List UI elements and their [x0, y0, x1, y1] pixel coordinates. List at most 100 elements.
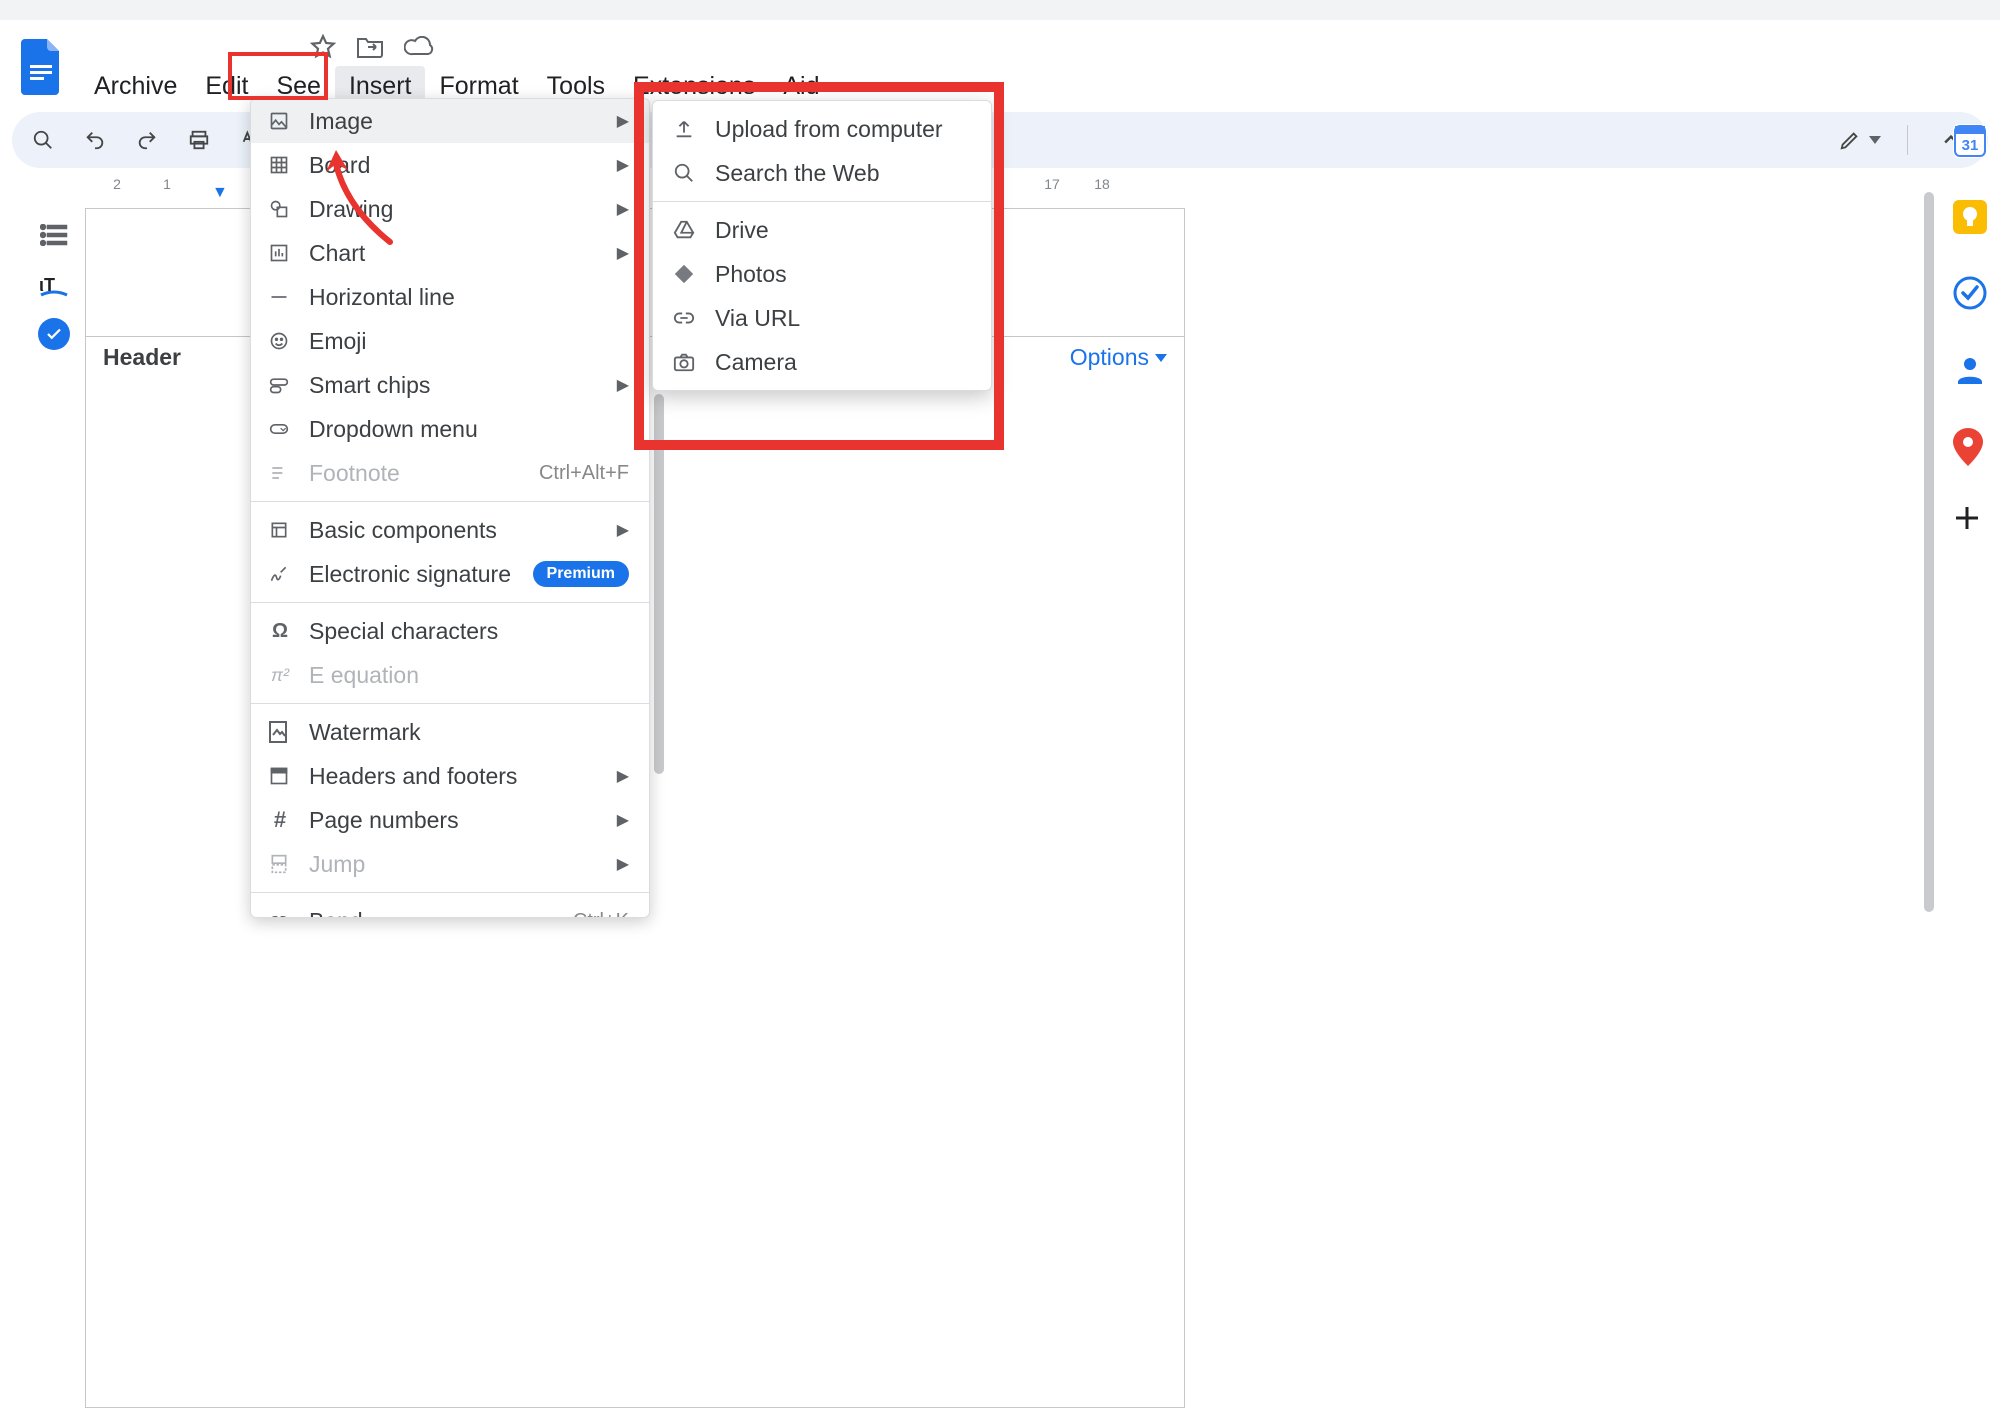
- signature-icon: [269, 564, 291, 584]
- menu-archive[interactable]: Archive: [80, 66, 191, 107]
- building-blocks-icon: [269, 520, 291, 540]
- omega-icon: Ω: [269, 620, 291, 643]
- ruler-mark: 2: [113, 176, 121, 192]
- image-camera[interactable]: Camera: [653, 340, 991, 384]
- menu-label: Via URL: [715, 305, 800, 332]
- insert-basic-components[interactable]: Basic components ▶: [251, 508, 649, 552]
- image-via-url[interactable]: Via URL: [653, 296, 991, 340]
- cloud-status-icon[interactable]: [404, 36, 434, 58]
- horizontal-line-icon: [269, 287, 291, 307]
- calendar-app-icon[interactable]: 31: [1953, 124, 1987, 158]
- insert-dropdown-menu[interactable]: Dropdown menu: [251, 407, 649, 451]
- menu-label: Camera: [715, 349, 797, 376]
- menu-label: Headers and footers: [309, 763, 517, 790]
- header-options-button[interactable]: Options: [1070, 344, 1167, 371]
- link-icon: [269, 911, 291, 918]
- insert-board[interactable]: Board ▶: [251, 143, 649, 187]
- chart-icon: [269, 243, 291, 263]
- premium-badge: Premium: [533, 561, 629, 587]
- menu-label: Drive: [715, 217, 769, 244]
- dropdown-chip-icon: [269, 419, 291, 439]
- insert-horizontal-line[interactable]: Horizontal line: [251, 275, 649, 319]
- menu-label: Basic components: [309, 517, 497, 544]
- menu-label: Dropdown menu: [309, 416, 478, 443]
- menu-label: Drawing: [309, 196, 393, 223]
- drawing-icon: [269, 199, 291, 219]
- insert-headers-footers[interactable]: Headers and footers ▶: [251, 754, 649, 798]
- edit-mode-button[interactable]: [1839, 123, 1881, 157]
- menu-label: Electronic signature: [309, 561, 511, 588]
- photos-icon: [673, 263, 697, 285]
- insert-footnote: Footnote Ctrl+Alt+F: [251, 451, 649, 495]
- smart-chips-icon: [269, 375, 291, 395]
- image-drive[interactable]: Drive: [653, 208, 991, 252]
- tasks-app-icon[interactable]: [1953, 276, 1987, 310]
- menu-label: Page numbers: [309, 807, 459, 834]
- submenu-arrow-icon: ▶: [617, 111, 629, 131]
- star-icon[interactable]: [310, 34, 336, 60]
- upload-icon: [673, 118, 697, 140]
- submenu-arrow-icon: ▶: [617, 810, 629, 830]
- side-panel: 31: [1940, 100, 2000, 1414]
- submenu-arrow-icon: ▶: [617, 766, 629, 786]
- insert-special-characters[interactable]: Ω Special characters: [251, 609, 649, 653]
- image-search-web[interactable]: Search the Web: [653, 151, 991, 195]
- menu-label: Board: [309, 152, 370, 179]
- languagetool-icon[interactable]: ιT: [30, 266, 78, 308]
- menu-label: Photos: [715, 261, 787, 288]
- menu-label: Search the Web: [715, 160, 880, 187]
- menu-label: Emoji: [309, 328, 367, 355]
- menu-label: Watermark: [309, 719, 421, 746]
- menu-label: Smart chips: [309, 372, 430, 399]
- search-icon: [673, 162, 697, 184]
- svg-text:31: 31: [1962, 137, 1979, 154]
- insert-smart-chips[interactable]: Smart chips ▶: [251, 363, 649, 407]
- image-photos[interactable]: Photos: [653, 252, 991, 296]
- image-icon: [269, 111, 291, 131]
- outline-toggle-icon[interactable]: [30, 214, 78, 256]
- docs-logo[interactable]: [16, 32, 68, 102]
- keep-app-icon[interactable]: [1953, 200, 1987, 234]
- hash-icon: #: [269, 807, 291, 833]
- ruler-mark: 18: [1094, 176, 1110, 192]
- vertical-scrollbar[interactable]: [1922, 192, 1936, 1392]
- submenu-arrow-icon: ▶: [617, 375, 629, 395]
- image-upload-computer[interactable]: Upload from computer: [653, 107, 991, 151]
- move-folder-icon[interactable]: [356, 35, 384, 59]
- maps-app-icon[interactable]: [1953, 428, 1987, 462]
- menu-label: Horizontal line: [309, 284, 455, 311]
- insert-drawing[interactable]: Drawing ▶: [251, 187, 649, 231]
- menu-label: Image: [309, 108, 373, 135]
- insert-page-numbers[interactable]: # Page numbers ▶: [251, 798, 649, 842]
- chevron-down-icon: [1155, 354, 1167, 362]
- insert-chart[interactable]: Chart ▶: [251, 231, 649, 275]
- menu-label: Special characters: [309, 618, 498, 645]
- submenu-scrollbar[interactable]: [652, 394, 666, 784]
- add-app-icon[interactable]: [1953, 504, 1987, 538]
- menu-label: Bond: [309, 908, 363, 919]
- print-icon[interactable]: [182, 123, 216, 157]
- insert-emoji[interactable]: Emoji: [251, 319, 649, 363]
- undo-icon[interactable]: [78, 123, 112, 157]
- insert-bond[interactable]: Bond Ctrl+K: [251, 899, 649, 918]
- break-icon: [269, 854, 291, 874]
- check-badge-icon[interactable]: [38, 318, 70, 350]
- submenu-arrow-icon: ▶: [617, 520, 629, 540]
- menu-label: Footnote: [309, 460, 400, 487]
- image-submenu: Upload from computer Search the Web Driv…: [652, 100, 992, 391]
- insert-image[interactable]: Image ▶: [251, 99, 649, 143]
- submenu-arrow-icon: ▶: [617, 854, 629, 874]
- menu-label: Chart: [309, 240, 365, 267]
- redo-icon[interactable]: [130, 123, 164, 157]
- ruler-mark: 1: [163, 176, 171, 192]
- ruler-mark: 17: [1044, 176, 1060, 192]
- header-label: Header: [103, 344, 181, 371]
- emoji-icon: [269, 331, 291, 351]
- menu-label: E equation: [309, 662, 419, 689]
- insert-watermark[interactable]: Watermark: [251, 710, 649, 754]
- submenu-arrow-icon: ▶: [617, 243, 629, 263]
- insert-esignature[interactable]: Electronic signature Premium: [251, 552, 649, 596]
- table-icon: [269, 155, 291, 175]
- contacts-app-icon[interactable]: [1953, 352, 1987, 386]
- search-icon[interactable]: [26, 123, 60, 157]
